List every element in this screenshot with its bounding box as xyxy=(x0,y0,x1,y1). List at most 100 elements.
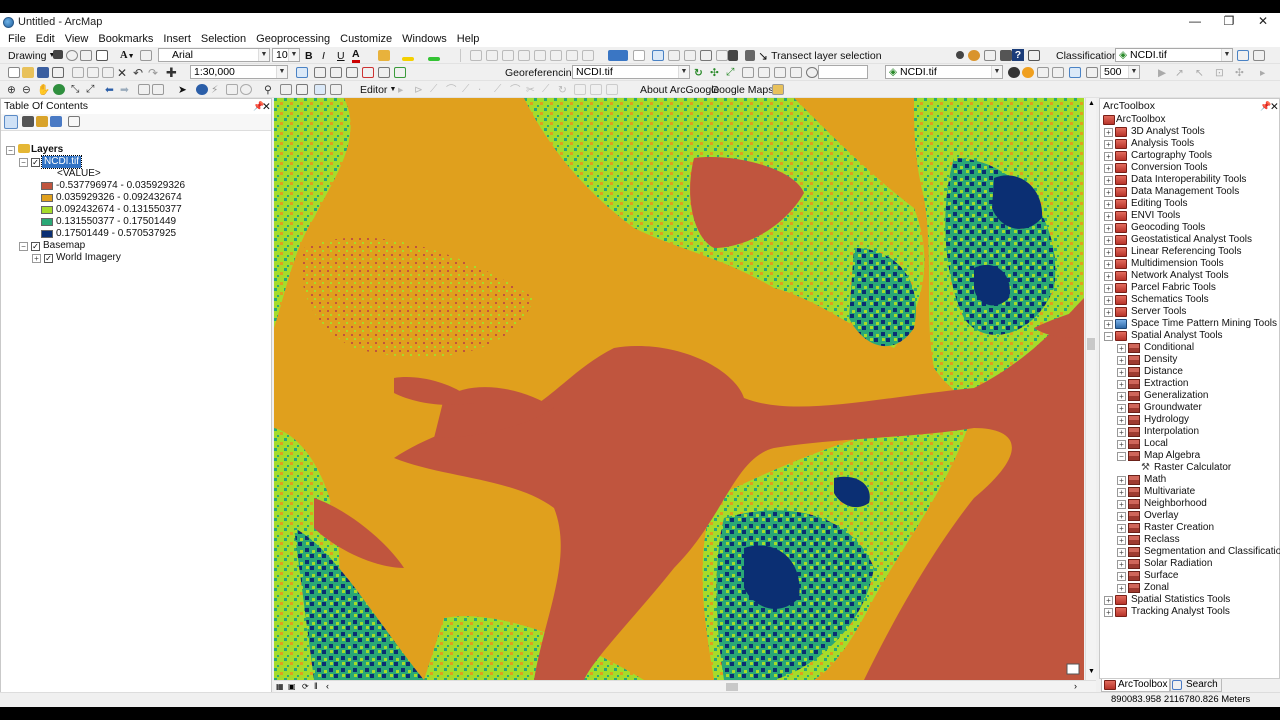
focus-frame-icon[interactable] xyxy=(684,50,696,61)
auto-registration-icon[interactable] xyxy=(742,67,754,78)
ungroup-icon[interactable] xyxy=(518,50,530,61)
classify-icon[interactable] xyxy=(1237,50,1249,61)
parcel-fabric-tools-expander[interactable]: + xyxy=(1104,284,1113,293)
toolbox-density[interactable]: Density xyxy=(1144,354,1177,366)
python-window-icon[interactable] xyxy=(378,67,390,78)
toolbox-spatial-statistics-tools[interactable]: Spatial Statistics Tools xyxy=(1131,594,1230,606)
segmentation-and-classification-expander[interactable]: + xyxy=(1117,548,1126,557)
text-tool-icon[interactable]: A ▼ xyxy=(120,48,135,63)
new-document-icon[interactable] xyxy=(8,67,20,78)
layers-label[interactable]: Layers xyxy=(31,144,63,156)
density-expander[interactable]: + xyxy=(1117,356,1126,365)
rotate-icon[interactable] xyxy=(66,50,78,61)
zoom-in-icon[interactable]: ⊕ xyxy=(7,82,16,97)
zonal-expander[interactable]: + xyxy=(1117,584,1126,593)
minimize-button[interactable]: — xyxy=(1178,13,1212,31)
go-forward-icon[interactable]: ➡ xyxy=(120,82,129,97)
html-popup-icon[interactable] xyxy=(226,84,238,95)
toolbox-overlay[interactable]: Overlay xyxy=(1144,510,1178,522)
basemap-label[interactable]: Basemap xyxy=(43,240,85,252)
distance-expander[interactable]: + xyxy=(1117,368,1126,377)
create-viewer-icon[interactable] xyxy=(314,84,326,95)
hydrology-expander[interactable]: + xyxy=(1117,416,1126,425)
toolbox-parcel-fabric-tools[interactable]: Parcel Fabric Tools xyxy=(1131,282,1216,294)
toolbox-interpolation[interactable]: Interpolation xyxy=(1144,426,1199,438)
help-icon[interactable]: ? xyxy=(1012,49,1024,61)
magnification-input[interactable] xyxy=(818,65,868,79)
search-window-icon[interactable] xyxy=(346,67,358,78)
select-features-icon[interactable] xyxy=(138,84,150,95)
ncdi-raster-map[interactable] xyxy=(274,98,1084,680)
groundwater-expander[interactable]: + xyxy=(1117,404,1126,413)
delete-icon[interactable]: ✕ xyxy=(117,65,127,80)
python-icon[interactable] xyxy=(745,50,755,61)
toolbox-geostatistical-analyst-tools[interactable]: Geostatistical Analyst Tools xyxy=(1131,234,1252,246)
multivariate-expander[interactable]: + xyxy=(1117,488,1126,497)
surface-expander[interactable]: + xyxy=(1117,572,1126,581)
toolbox-conditional[interactable]: Conditional xyxy=(1144,342,1194,354)
font-name-select[interactable]: Arial ▼ xyxy=(158,48,270,62)
scroll-right-icon[interactable]: › xyxy=(1074,681,1077,691)
bold-button[interactable]: B xyxy=(305,48,313,63)
identify-icon[interactable] xyxy=(196,84,208,95)
space-time-pattern-mining-tools-expander[interactable]: + xyxy=(1104,320,1113,329)
toolbox-conversion-tools[interactable]: Conversion Tools xyxy=(1131,162,1208,174)
align-icon[interactable] xyxy=(470,50,482,61)
toolbox-solar-radiation[interactable]: Solar Radiation xyxy=(1144,558,1212,570)
toolbox-geocoding-tools[interactable]: Geocoding Tools xyxy=(1131,222,1205,234)
classification-layer-select[interactable]: ◈ NCDI.tif ▼ xyxy=(1115,48,1233,62)
group-icon[interactable] xyxy=(502,50,514,61)
reclass-expander[interactable]: + xyxy=(1117,536,1126,545)
editor-toolbar-icon[interactable] xyxy=(296,67,308,78)
layer-tools-icon[interactable] xyxy=(1069,67,1081,78)
select-arrow-icon[interactable]: ➤ xyxy=(178,82,187,97)
analysis-tools-expander[interactable]: + xyxy=(1104,140,1113,149)
stop-icon[interactable]: ⊡ xyxy=(1215,65,1224,80)
ncdi-checkbox[interactable]: ✓ xyxy=(31,158,40,167)
toolbox-space-time-pattern-mining-tools[interactable]: Space Time Pattern Mining Tools xyxy=(1131,318,1277,330)
toolbox-3d-analyst-tools[interactable]: 3D Analyst Tools xyxy=(1131,126,1205,138)
close-button[interactable]: ✕ xyxy=(1246,13,1280,31)
tab-arctoolbox[interactable]: ArcToolbox xyxy=(1101,679,1172,692)
magnifier-icon[interactable] xyxy=(806,67,818,78)
toolbox-data-management-tools[interactable]: Data Management Tools xyxy=(1131,186,1239,198)
add-data-icon[interactable]: ✚ xyxy=(166,65,177,80)
toolbox-distance[interactable]: Distance xyxy=(1144,366,1183,378)
zoom-page-icon[interactable] xyxy=(716,50,728,61)
find-icon[interactable] xyxy=(240,84,252,95)
world-imagery-checkbox[interactable]: ✓ xyxy=(44,254,53,263)
toolbox-segmentation-and-classification[interactable]: Segmentation and Classification xyxy=(1144,546,1280,558)
print-icon[interactable] xyxy=(700,50,712,61)
italic-button[interactable]: I xyxy=(322,48,325,63)
list-by-drawing-order-icon[interactable] xyxy=(4,115,18,129)
select-elements-icon[interactable] xyxy=(53,50,63,59)
fill-color-icon[interactable] xyxy=(378,50,390,61)
toolbox-hydrology[interactable]: Hydrology xyxy=(1144,414,1189,426)
layers-expander[interactable]: − xyxy=(6,146,15,155)
transect-tool-icon[interactable] xyxy=(956,51,964,59)
point-icon[interactable]: ⋅ xyxy=(478,82,481,97)
toolbox-reclass[interactable]: Reclass xyxy=(1144,534,1180,546)
data-interoperability-tools-expander[interactable]: + xyxy=(1104,176,1113,185)
redo-icon[interactable]: ↷ xyxy=(148,65,158,80)
box-icon[interactable] xyxy=(1000,50,1012,61)
ncdi-layer-name[interactable]: NCDI.tif xyxy=(41,155,82,169)
map-vertical-scrollbar[interactable]: ▲ ▼ xyxy=(1085,98,1096,680)
toolbox-cartography-tools[interactable]: Cartography Tools xyxy=(1131,150,1212,162)
linear-referencing-tools-expander[interactable]: + xyxy=(1104,248,1113,257)
menu-geoprocessing[interactable]: Geoprocessing xyxy=(251,33,335,45)
toc-close-icon[interactable]: ✕ xyxy=(262,99,271,114)
toolbox-zonal[interactable]: Zonal xyxy=(1144,582,1169,594)
viewer-icon[interactable] xyxy=(790,67,802,78)
toolbox-envi-tools[interactable]: ENVI Tools xyxy=(1131,210,1180,222)
contrast-icon[interactable] xyxy=(1008,67,1020,78)
multidimension-tools-expander[interactable]: + xyxy=(1104,260,1113,269)
ncdi-expander[interactable]: − xyxy=(19,158,28,167)
copy-icon[interactable] xyxy=(87,67,99,78)
editing-tools-expander[interactable]: + xyxy=(1104,200,1113,209)
chart-icon[interactable] xyxy=(984,50,996,61)
toolbox-local[interactable]: Local xyxy=(1144,438,1168,450)
distribute-icon[interactable] xyxy=(486,50,498,61)
layout-view-tab-icon[interactable]: ▣ xyxy=(288,682,296,691)
raster-creation-expander[interactable]: + xyxy=(1117,524,1126,533)
